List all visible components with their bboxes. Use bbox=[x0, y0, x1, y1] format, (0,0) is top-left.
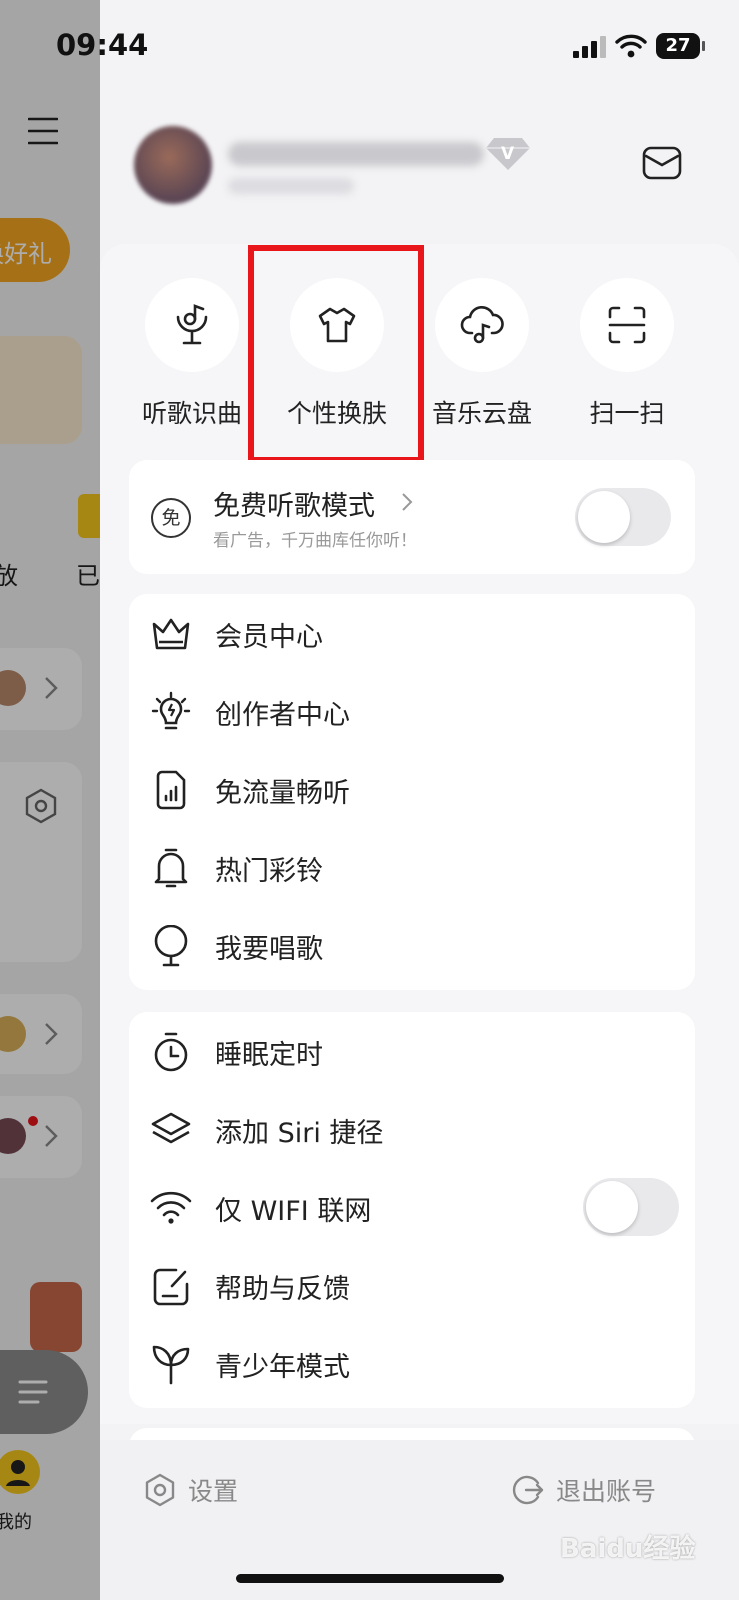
signal-icon bbox=[573, 36, 607, 58]
bell-icon bbox=[154, 848, 188, 888]
feedback-icon bbox=[153, 1268, 189, 1306]
menu-item-teen-mode[interactable]: 青少年模式 bbox=[129, 1334, 695, 1394]
menu-item-label: 添加 Siri 捷径 bbox=[215, 1117, 384, 1149]
logout-label: 退出账号 bbox=[556, 1477, 657, 1506]
free-badge-icon: 免 bbox=[151, 498, 191, 538]
vip-badge-text: V bbox=[501, 144, 515, 164]
profile-header[interactable]: V bbox=[100, 100, 739, 250]
free-mode-title: 免费听歌模式 bbox=[213, 491, 375, 522]
microphone-icon bbox=[154, 925, 188, 967]
status-time: 09:44 bbox=[56, 28, 149, 62]
side-drawer: V 听歌识曲 个性换肤 音乐云盘 扫一扫 免 免费听歌模式 看广告，千万曲库任你… bbox=[100, 0, 739, 1600]
avatar[interactable] bbox=[134, 126, 212, 204]
settings-icon bbox=[145, 1473, 175, 1507]
menu-item-ringtone[interactable]: 热门彩铃 bbox=[129, 838, 695, 898]
menu-item-data-free[interactable]: 免流量畅听 bbox=[129, 760, 695, 820]
lightbulb-icon bbox=[151, 691, 191, 730]
background-app: 换好礼 放 已 我的 bbox=[0, 0, 100, 1600]
menu-item-label: 会员中心 bbox=[215, 621, 323, 653]
data-card-icon bbox=[156, 770, 186, 810]
settings-label: 设置 bbox=[188, 1477, 239, 1506]
dim-overlay[interactable] bbox=[0, 0, 100, 1600]
battery-level: 27 bbox=[665, 35, 691, 56]
logout-button[interactable]: 退出账号 bbox=[512, 1472, 656, 1508]
free-mode-toggle[interactable] bbox=[575, 488, 671, 546]
cloud-music-icon bbox=[460, 305, 504, 344]
logout-icon bbox=[512, 1475, 544, 1505]
free-mode-card[interactable]: 免 免费听歌模式 看广告，千万曲库任你听！ bbox=[129, 460, 695, 574]
wifi-status-icon bbox=[615, 34, 647, 58]
menu-item-help-feedback[interactable]: 帮助与反馈 bbox=[129, 1256, 695, 1316]
free-mode-subtitle: 看广告，千万曲库任你听！ bbox=[213, 531, 417, 551]
crown-icon bbox=[152, 618, 190, 650]
scan-icon bbox=[608, 306, 646, 344]
music-recognition-icon bbox=[176, 304, 208, 345]
watermark-text: Baidu经验 bbox=[560, 1534, 696, 1564]
highlight-box bbox=[248, 245, 424, 463]
sprout-icon bbox=[152, 1345, 190, 1385]
quick-action-circle bbox=[435, 278, 529, 372]
menu-item-label: 仅 WIFI 联网 bbox=[215, 1195, 372, 1227]
quick-action-label: 听歌识曲 bbox=[141, 399, 242, 428]
menu-item-label: 睡眠定时 bbox=[215, 1039, 323, 1071]
menu-item-label: 创作者中心 bbox=[215, 699, 350, 731]
menu-item-label: 我要唱歌 bbox=[215, 933, 323, 965]
menu-group-2: 睡眠定时 添加 Siri 捷径 仅 WIFI 联网 帮助与反馈 青少年模式 bbox=[129, 1012, 695, 1408]
home-indicator[interactable] bbox=[236, 1574, 504, 1583]
toggle-knob bbox=[578, 491, 630, 543]
menu-item-label: 青少年模式 bbox=[215, 1351, 350, 1383]
menu-item-creator-center[interactable]: 创作者中心 bbox=[129, 682, 695, 742]
menu-group-1: 会员中心 创作者中心 免流量畅听 热门彩铃 我要唱歌 bbox=[129, 594, 695, 990]
username-blurred bbox=[228, 142, 484, 166]
menu-item-sleep-timer[interactable]: 睡眠定时 bbox=[129, 1022, 695, 1082]
quick-action-cloud-drive[interactable]: 音乐云盘 bbox=[412, 278, 552, 430]
quick-action-song-recognition[interactable]: 听歌识曲 bbox=[122, 278, 262, 430]
battery-cap bbox=[702, 41, 705, 51]
quick-action-circle bbox=[580, 278, 674, 372]
message-icon[interactable] bbox=[642, 146, 682, 180]
wifi-only-toggle[interactable] bbox=[583, 1178, 679, 1236]
menu-item-wifi-only[interactable]: 仅 WIFI 联网 bbox=[129, 1178, 695, 1238]
baidu-watermark: Baidu经验 bbox=[560, 1528, 695, 1565]
battery-icon: 27 bbox=[656, 33, 700, 59]
timer-icon bbox=[154, 1032, 188, 1072]
user-subtitle-blurred bbox=[228, 178, 354, 194]
chevron-right-icon bbox=[401, 492, 413, 512]
settings-button[interactable]: 设置 bbox=[144, 1472, 238, 1508]
layers-icon bbox=[151, 1112, 191, 1144]
quick-action-label: 扫一扫 bbox=[589, 399, 665, 428]
quick-action-scan[interactable]: 扫一扫 bbox=[557, 278, 697, 430]
quick-action-circle bbox=[145, 278, 239, 372]
menu-item-vip-center[interactable]: 会员中心 bbox=[129, 604, 695, 664]
free-badge-text: 免 bbox=[161, 507, 181, 529]
menu-item-label: 帮助与反馈 bbox=[215, 1273, 350, 1305]
menu-item-siri-shortcut[interactable]: 添加 Siri 捷径 bbox=[129, 1100, 695, 1160]
quick-action-label: 音乐云盘 bbox=[431, 399, 532, 428]
wifi-icon bbox=[150, 1191, 192, 1224]
menu-item-sing[interactable]: 我要唱歌 bbox=[129, 916, 695, 976]
toggle-knob bbox=[586, 1181, 638, 1233]
menu-item-label: 免流量畅听 bbox=[215, 777, 350, 809]
menu-item-label: 热门彩铃 bbox=[215, 855, 323, 887]
